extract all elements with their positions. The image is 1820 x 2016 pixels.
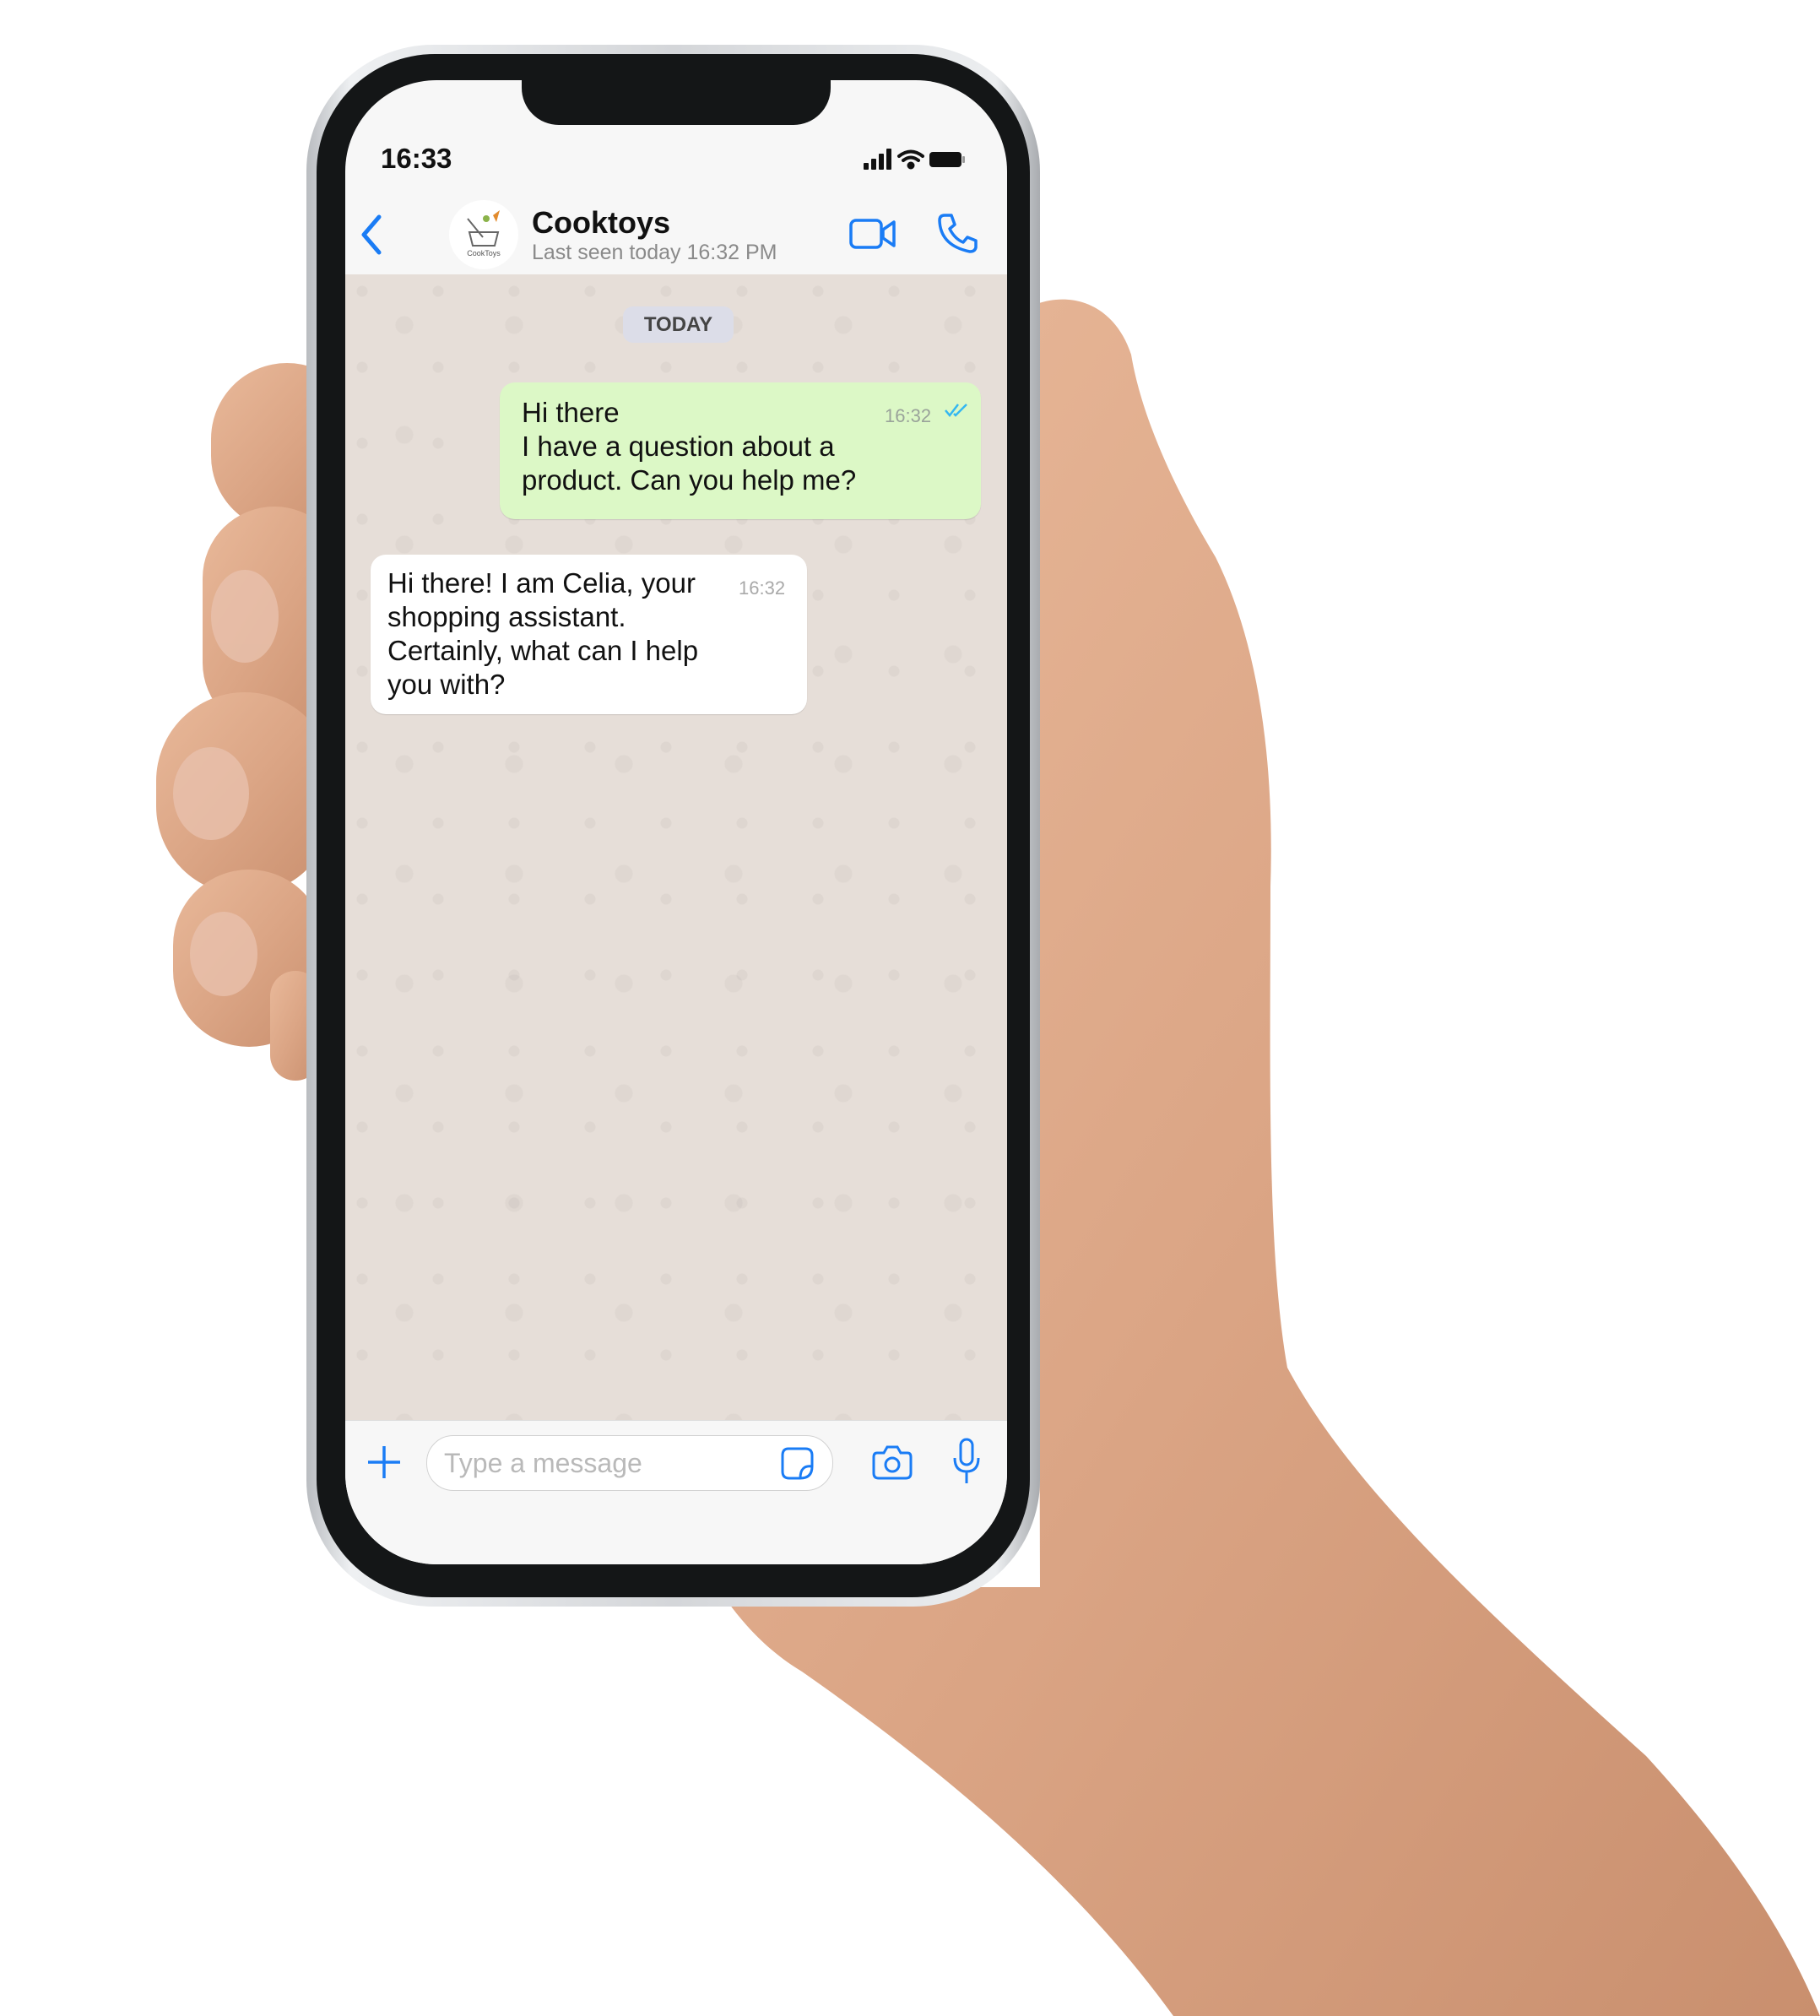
avatar[interactable]: CookToys	[449, 200, 518, 269]
message-input[interactable]: Type a message	[426, 1435, 833, 1491]
plus-icon[interactable]	[366, 1444, 402, 1480]
last-seen: Last seen today 16:32 PM	[532, 241, 777, 264]
status-time: 16:33	[381, 143, 452, 174]
battery-icon	[929, 152, 965, 167]
message-time: 16:32	[739, 577, 786, 599]
outgoing-message[interactable]: Hi there I have a question about a produ…	[500, 382, 981, 519]
signal-icon	[864, 149, 891, 170]
contact-name[interactable]: Cooktoys	[532, 205, 670, 241]
read-ticks-icon	[945, 404, 967, 417]
svg-text:CookToys: CookToys	[467, 249, 501, 257]
phone-screen: 16:33 CookToys Cooktoys Last seen today …	[345, 80, 1007, 1564]
message-text: Hi there I have a question about a produ…	[522, 397, 857, 496]
status-icons	[864, 149, 965, 170]
date-separator: TODAY	[623, 306, 734, 343]
message-time: 16:32	[885, 405, 932, 426]
back-chevron-icon[interactable]	[359, 214, 384, 256]
input-bar: Type a message	[345, 1420, 1007, 1564]
incoming-message[interactable]: Hi there! I am Celia, your shopping assi…	[371, 555, 807, 714]
sticker-icon[interactable]	[780, 1446, 815, 1482]
notch	[522, 80, 831, 125]
video-call-icon[interactable]	[849, 218, 896, 250]
wifi-icon	[897, 149, 924, 170]
microphone-icon[interactable]	[951, 1438, 982, 1485]
camera-icon[interactable]	[872, 1444, 913, 1480]
cooktoys-logo-icon: CookToys	[467, 210, 501, 257]
message-text: Hi there! I am Celia, your shopping assi…	[387, 567, 699, 700]
phone-call-icon[interactable]	[936, 212, 978, 254]
message-input-placeholder: Type a message	[444, 1448, 642, 1478]
